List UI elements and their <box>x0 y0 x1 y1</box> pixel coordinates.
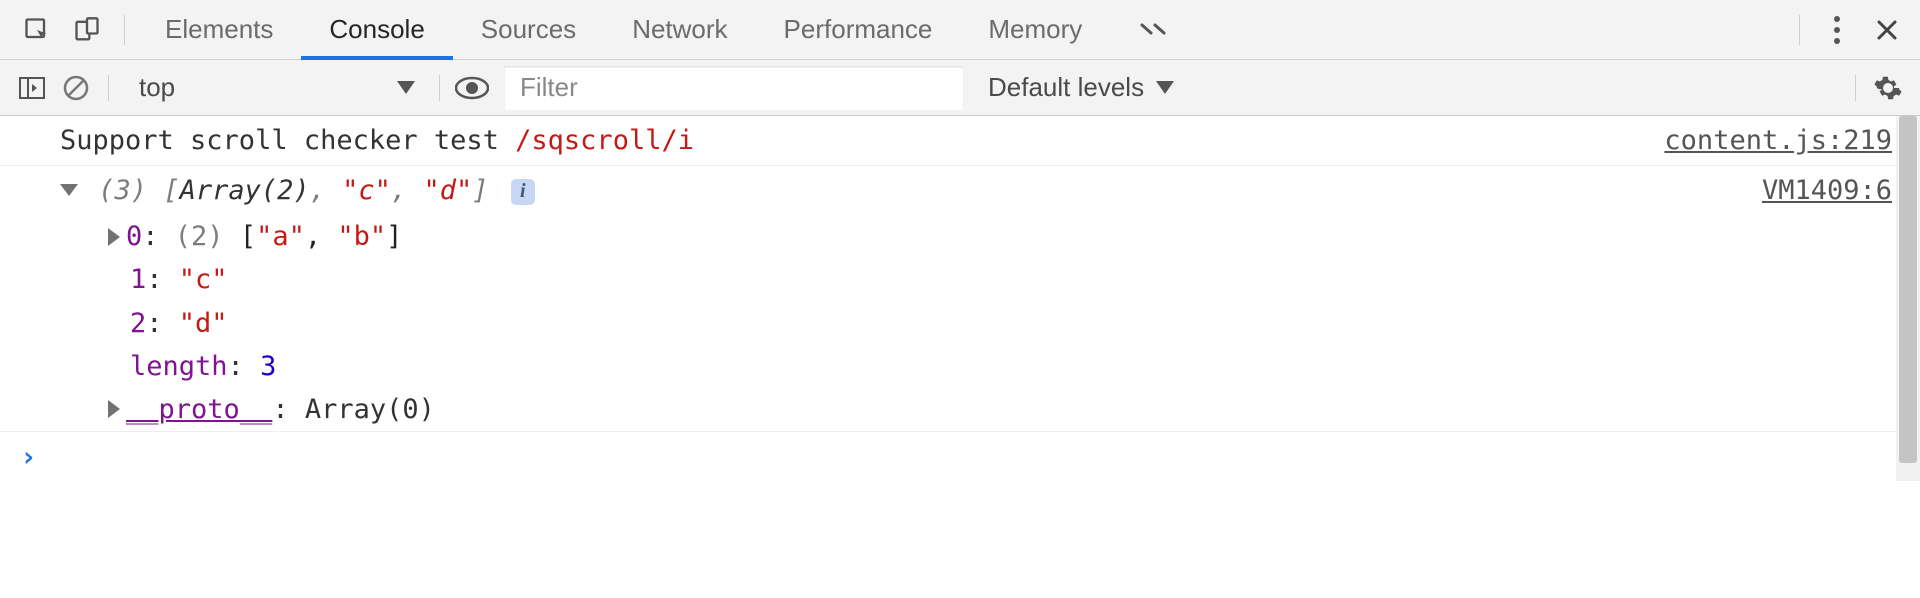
tab-elements[interactable]: Elements <box>137 0 301 59</box>
tab-console[interactable]: Console <box>301 0 452 59</box>
tab-memory[interactable]: Memory <box>960 0 1110 59</box>
kebab-menu-icon[interactable] <box>1812 5 1862 55</box>
object-property[interactable]: length: 3 <box>108 345 1892 388</box>
console-message[interactable]: (3) [Array(2), "c", "d"] i VM1409:6 <box>0 166 1920 215</box>
array-length: (3) <box>98 175 147 206</box>
separator <box>124 15 125 45</box>
disclosure-triangle-icon[interactable] <box>108 228 120 246</box>
array-preview-item: Array(2) <box>180 175 310 206</box>
console-prompt[interactable]: › <box>0 432 1920 481</box>
tab-network[interactable]: Network <box>604 0 755 59</box>
object-property[interactable]: 0: (2) ["a", "b"] <box>108 215 1892 258</box>
more-tabs-icon[interactable] <box>1110 0 1196 59</box>
separator <box>439 75 440 101</box>
device-toolbar-icon[interactable] <box>62 5 112 55</box>
source-link[interactable]: VM1409:6 <box>1762 171 1892 210</box>
filter-input[interactable] <box>504 66 964 110</box>
separator <box>108 75 109 101</box>
message-regex: /sqscroll/i <box>515 125 694 156</box>
scrollbar-thumb[interactable] <box>1899 116 1917 463</box>
scrollbar[interactable] <box>1896 116 1920 481</box>
inspect-icon[interactable] <box>12 5 62 55</box>
object-property[interactable]: __proto__: Array(0) <box>108 388 1892 431</box>
info-badge-icon[interactable]: i <box>511 179 535 205</box>
chevron-down-icon <box>1156 81 1174 94</box>
source-link[interactable]: content.js:219 <box>1664 121 1892 160</box>
live-expression-icon[interactable] <box>450 66 494 110</box>
array-preview-item: "c" <box>342 175 391 206</box>
panel-tabs: Elements Console Sources Network Perform… <box>137 0 1196 59</box>
console-output: Support scroll checker test /sqscroll/i … <box>0 116 1920 481</box>
array-preview-item: "d" <box>423 175 472 206</box>
object-property[interactable]: 2: "d" <box>108 302 1892 345</box>
tab-performance[interactable]: Performance <box>756 0 961 59</box>
log-levels-select[interactable]: Default levels <box>974 72 1188 103</box>
separator <box>1799 15 1800 45</box>
console-message[interactable]: Support scroll checker test /sqscroll/i … <box>0 116 1920 166</box>
console-settings-icon[interactable] <box>1866 66 1910 110</box>
object-property[interactable]: 1: "c" <box>108 258 1892 301</box>
disclosure-triangle-icon[interactable] <box>60 184 78 196</box>
message-text: Support scroll checker test <box>60 125 515 156</box>
bracket: [ <box>163 175 179 206</box>
bracket: ] <box>472 175 488 206</box>
separator <box>1855 75 1856 101</box>
chevron-down-icon <box>397 81 415 94</box>
clear-console-icon[interactable] <box>54 66 98 110</box>
close-icon[interactable] <box>1862 5 1912 55</box>
console-toolbar: top Default levels <box>0 60 1920 116</box>
devtools-tabbar: Elements Console Sources Network Perform… <box>0 0 1920 60</box>
disclosure-triangle-icon[interactable] <box>108 400 120 418</box>
execution-context-label: top <box>139 72 175 103</box>
object-properties: 0: (2) ["a", "b"] 1: "c" 2: "d" length: … <box>0 215 1920 431</box>
console-sidebar-toggle-icon[interactable] <box>10 66 54 110</box>
tab-sources[interactable]: Sources <box>453 0 604 59</box>
execution-context-select[interactable]: top <box>119 66 429 110</box>
log-levels-label: Default levels <box>988 72 1144 103</box>
